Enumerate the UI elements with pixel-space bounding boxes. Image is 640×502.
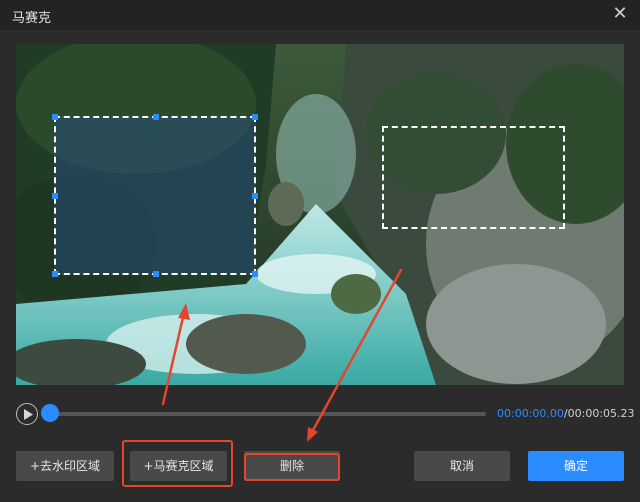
annotation-arrow-1 (161, 311, 186, 406)
annotation-arrowhead-2 (307, 427, 318, 442)
annotation-arrowhead-1 (178, 303, 190, 320)
annotation-arrows (161, 268, 403, 442)
annotation-arrow-2 (310, 268, 403, 434)
